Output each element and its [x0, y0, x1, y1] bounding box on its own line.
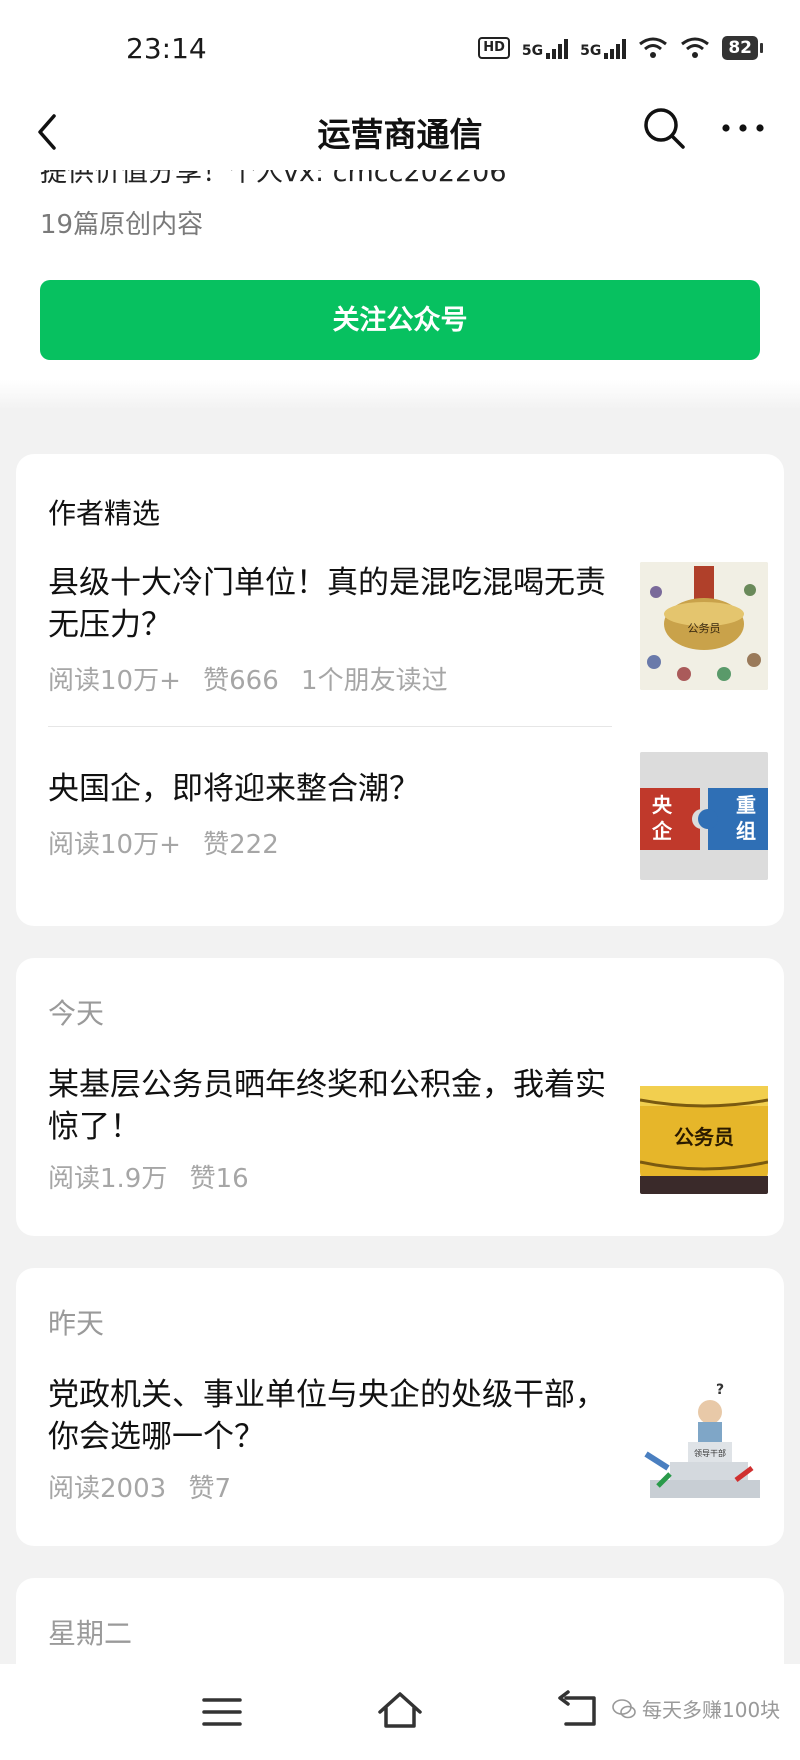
hd-icon: HD	[478, 37, 510, 59]
article-item[interactable]: 央国企，即将迎来整合潮？ 阅读10万+ 赞222 央 企 重 组	[48, 752, 768, 888]
system-nav-bar: 每天多赚100块	[0, 1664, 800, 1760]
civil-servant-bowl-image: 公务员	[640, 1066, 768, 1194]
read-count: 阅读10万+	[48, 830, 181, 860]
status-icons: HD 5G 5G 82	[478, 36, 763, 60]
signal-5g-icon-2: 5G	[580, 37, 627, 59]
featured-card: 作者精选 县级十大冷门单位！真的是混吃混喝无责无压力？ 阅读10万+ 赞666 …	[16, 454, 784, 926]
tuesday-section-title: 星期二	[48, 1617, 133, 1650]
like-count: 赞222	[203, 830, 279, 860]
wifi-icon-1	[639, 37, 668, 58]
divider	[48, 726, 612, 727]
wechat-logo-icon	[612, 1698, 636, 1718]
article-thumbnail: 央 企 重 组	[640, 752, 768, 880]
back-icon[interactable]	[554, 1688, 600, 1734]
article-meta: 阅读10万+ 赞222	[48, 824, 293, 861]
home-icon[interactable]	[376, 1686, 424, 1734]
profile-fade	[0, 380, 800, 410]
article-item[interactable]: 党政机关、事业单位与央企的处级干部，你会选哪一个？ 阅读2003 赞7 领导干部…	[48, 1374, 768, 1504]
original-count: 19篇原创内容	[40, 210, 204, 240]
menu-icon[interactable]	[200, 1692, 244, 1732]
like-count: 赞7	[188, 1474, 231, 1504]
read-count: 阅读10万+	[48, 666, 181, 696]
article-thumbnail: 公务员	[640, 562, 768, 690]
account-description: 提供价值分享！个人vx: cmcc202206	[40, 170, 507, 188]
today-card: 今天 某基层公务员晒年终奖和公积金，我着实惊了！ 阅读1.9万 赞16 公务员	[16, 958, 784, 1236]
merger-puzzle-image: 央 企 重 组	[640, 752, 768, 880]
svg-text:企: 企	[651, 819, 673, 843]
article-title: 党政机关、事业单位与央企的处级干部，你会选哪一个？	[48, 1377, 606, 1455]
like-count: 赞16	[189, 1164, 249, 1194]
more-icon[interactable]	[718, 116, 768, 140]
svg-text:组: 组	[736, 819, 756, 843]
article-title: 县级十大冷门单位！真的是混吃混喝无责无压力？	[48, 565, 606, 643]
article-item[interactable]: 某基层公务员晒年终奖和公积金，我着实惊了！ 阅读1.9万 赞16 公务员	[48, 1064, 768, 1194]
watermark-text: 每天多赚100块	[642, 1698, 781, 1722]
svg-text:公务员: 公务员	[688, 622, 721, 635]
search-icon[interactable]	[640, 104, 688, 152]
status-bar: 23:14 HD 5G 5G 82	[0, 0, 800, 96]
civil-servant-bowl-image: 公务员	[640, 562, 768, 690]
read-count: 阅读2003	[48, 1474, 167, 1504]
today-section-title: 今天	[48, 997, 105, 1030]
article-thumbnail: 公务员	[640, 1066, 768, 1194]
battery-icon: 82	[722, 36, 763, 60]
officials-cartoon-image: 领导干部 ?	[640, 1376, 768, 1504]
status-time: 23:14	[126, 32, 207, 65]
article-meta: 阅读2003 赞7	[48, 1468, 245, 1505]
yesterday-card: 昨天 党政机关、事业单位与央企的处级干部，你会选哪一个？ 阅读2003 赞7 领…	[16, 1268, 784, 1546]
svg-text:重: 重	[736, 793, 756, 817]
svg-text:公务员: 公务员	[674, 1125, 734, 1149]
article-title: 央国企，即将迎来整合潮？	[48, 771, 420, 807]
profile-header: 提供价值分享！个人vx: cmcc202206 19篇原创内容 关注公众号	[0, 170, 800, 410]
friends-read: 1个朋友读过	[301, 666, 448, 696]
follow-button[interactable]: 关注公众号	[40, 280, 760, 360]
yesterday-section-title: 昨天	[48, 1307, 105, 1340]
watermark: 每天多赚100块	[612, 1694, 780, 1723]
article-meta: 阅读10万+ 赞666 1个朋友读过	[48, 660, 462, 697]
read-count: 阅读1.9万	[48, 1164, 168, 1194]
svg-text:?: ?	[716, 1382, 724, 1398]
article-meta: 阅读1.9万 赞16	[48, 1158, 263, 1195]
like-count: 赞666	[203, 666, 279, 696]
wifi-icon-2	[681, 37, 710, 58]
article-title: 某基层公务员晒年终奖和公积金，我着实惊了！	[48, 1067, 606, 1145]
svg-text:领导干部: 领导干部	[694, 1448, 726, 1458]
nav-bar: 运营商通信	[0, 96, 800, 170]
signal-5g-icon-1: 5G	[522, 37, 569, 59]
svg-text:央: 央	[652, 793, 673, 817]
article-item[interactable]: 县级十大冷门单位！真的是混吃混喝无责无压力？ 阅读10万+ 赞666 1个朋友读…	[48, 562, 768, 696]
featured-section-title: 作者精选	[48, 497, 161, 530]
article-thumbnail: 领导干部 ?	[640, 1376, 768, 1504]
